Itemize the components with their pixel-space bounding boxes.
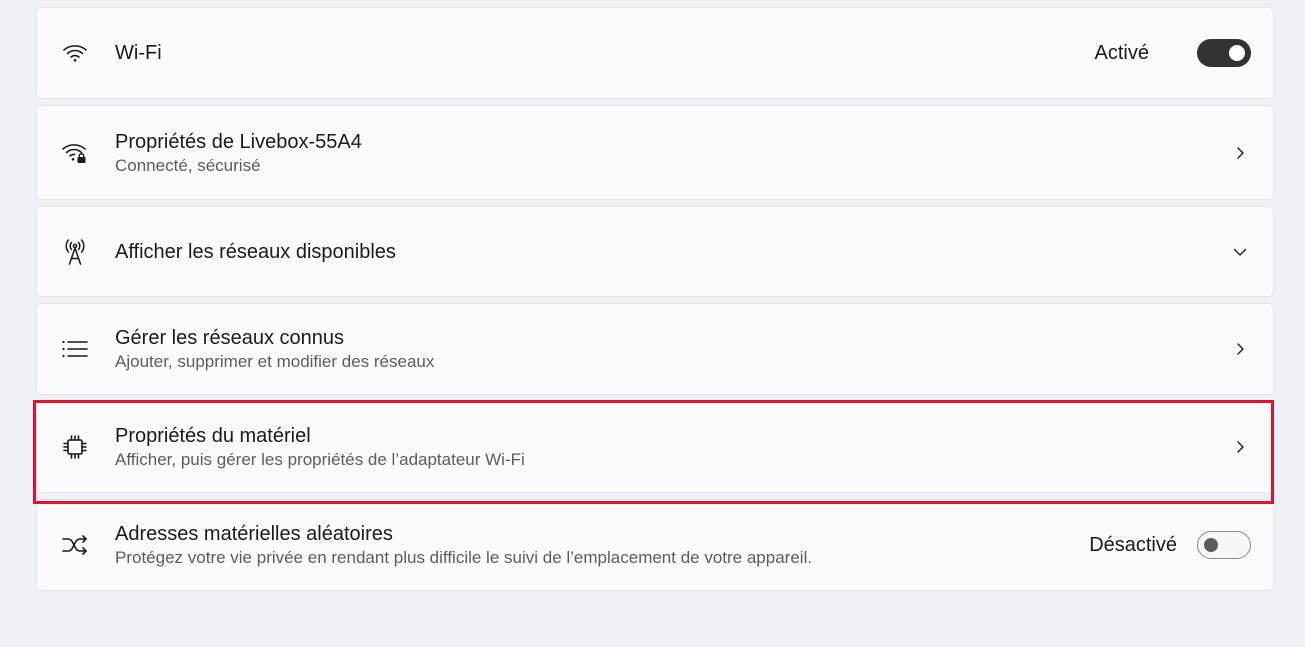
toggle-knob — [1204, 538, 1218, 552]
wifi-settings-panel: Wi-Fi Activé Propriétés de Livebox-55A4 … — [36, 7, 1274, 597]
wifi-title: Wi-Fi — [115, 42, 162, 64]
wifi-texts: Wi-Fi — [115, 40, 162, 66]
known-networks-texts: Gérer les réseaux connus Ajouter, suppri… — [115, 325, 434, 373]
available-networks-title: Afficher les réseaux disponibles — [115, 240, 396, 263]
wifi-state-label: Activé — [1094, 41, 1149, 64]
hardware-properties-card[interactable]: Propriétés du matériel Afficher, puis gé… — [36, 401, 1274, 493]
wifi-toggle-switch[interactable] — [1197, 39, 1251, 67]
random-addresses-toggle-group: Désactivé — [1089, 531, 1251, 559]
network-properties-card[interactable]: Propriétés de Livebox-55A4 Connecté, séc… — [36, 105, 1274, 200]
wifi-toggle-card[interactable]: Wi-Fi Activé — [36, 7, 1274, 99]
random-addresses-texts: Adresses matérielles aléatoires Protégez… — [115, 521, 812, 569]
known-networks-subtitle: Ajouter, supprimer et modifier des résea… — [115, 352, 435, 371]
chip-icon — [59, 431, 91, 463]
antenna-icon — [59, 236, 91, 268]
toggle-knob — [1229, 45, 1245, 61]
hardware-properties-title: Propriétés du matériel — [115, 425, 311, 447]
random-addresses-title: Adresses matérielles aléatoires — [115, 523, 393, 545]
random-addresses-subtitle: Protégez votre vie privée en rendant plu… — [115, 548, 813, 567]
hardware-properties-texts: Propriétés du matériel Afficher, puis gé… — [115, 423, 525, 471]
known-networks-title: Gérer les réseaux connus — [115, 327, 345, 349]
hardware-properties-subtitle: Afficher, puis gérer les propriétés de l… — [115, 450, 525, 469]
random-addresses-card: Adresses matérielles aléatoires Protégez… — [36, 499, 1274, 591]
network-properties-title: Propriétés de Livebox-55A4 — [115, 130, 362, 153]
available-networks-texts: Afficher les réseaux disponibles — [115, 239, 396, 265]
list-icon — [59, 333, 91, 365]
chevron-right-icon — [1237, 441, 1244, 453]
network-properties-subtitle: Connecté, sécurisé — [115, 155, 261, 175]
known-networks-card[interactable]: Gérer les réseaux connus Ajouter, suppri… — [36, 303, 1274, 395]
chevron-right-icon — [1237, 343, 1244, 355]
wifi-lock-icon — [59, 137, 91, 169]
shuffle-icon — [59, 529, 91, 561]
wifi-toggle-group: Activé — [1095, 39, 1251, 67]
network-properties-texts: Propriétés de Livebox-55A4 Connecté, séc… — [115, 129, 362, 177]
wifi-icon — [59, 37, 91, 69]
random-addresses-toggle-switch[interactable] — [1197, 531, 1251, 559]
available-networks-card[interactable]: Afficher les réseaux disponibles — [36, 206, 1274, 297]
chevron-right-icon — [1237, 146, 1244, 159]
random-addresses-state-label: Désactivé — [1089, 533, 1177, 556]
chevron-down-icon — [1233, 248, 1247, 256]
